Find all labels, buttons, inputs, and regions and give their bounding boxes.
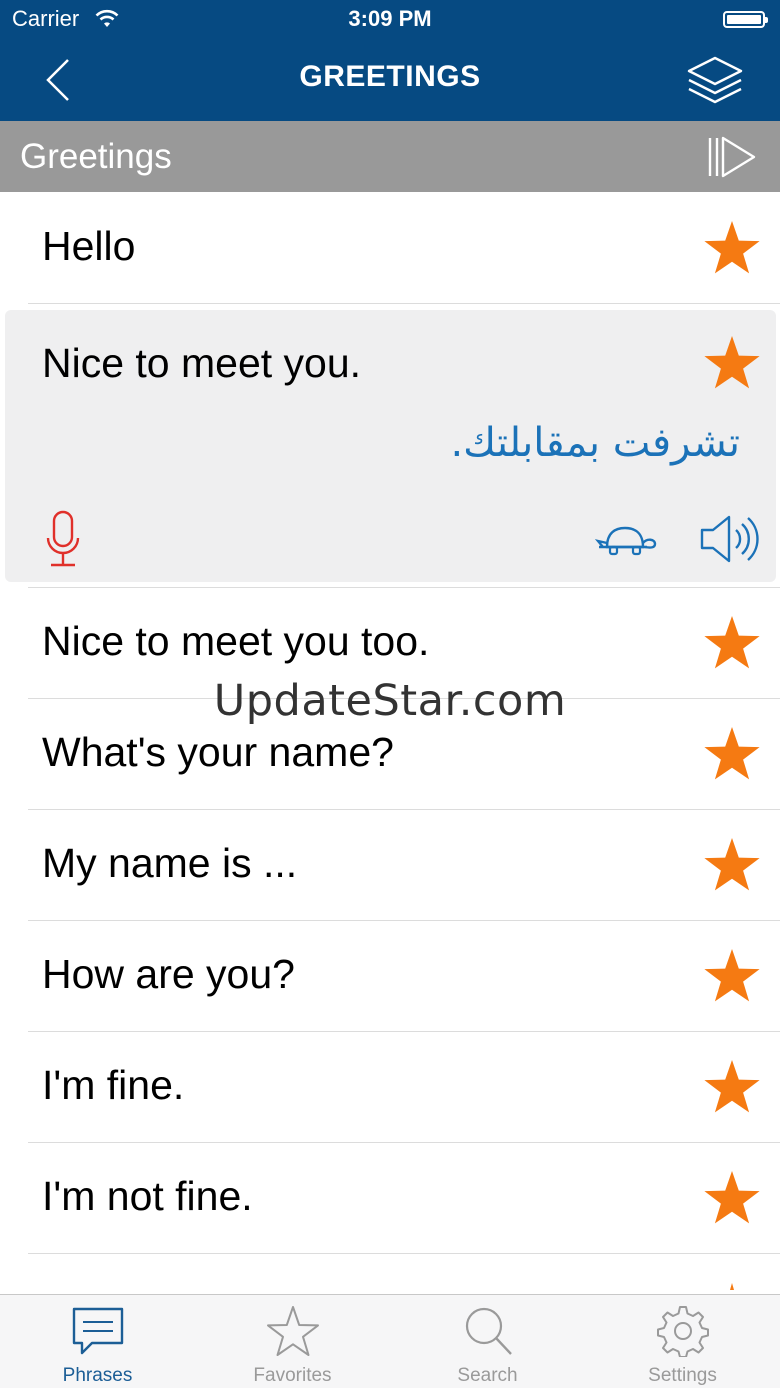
phrase-row[interactable]: My name is ...	[0, 810, 780, 921]
tab-label: Search	[457, 1365, 518, 1386]
status-bar: Carrier 3:09 PM	[0, 0, 780, 40]
speech-bubble-icon	[72, 1307, 124, 1355]
battery-icon	[723, 11, 768, 28]
expanded-phrase-card[interactable]: Nice to meet you. تشرفت بمقابلتك.	[5, 310, 776, 582]
favorite-star-icon[interactable]	[703, 948, 761, 1004]
tab-label: Favorites	[253, 1365, 332, 1386]
divider	[28, 1253, 780, 1254]
phrase-text: What's your name?	[42, 729, 394, 775]
favorite-star-icon[interactable]	[703, 1059, 761, 1115]
slow-playback-turtle-icon[interactable]	[595, 525, 657, 557]
phrase-text: Nice to meet you too.	[42, 618, 430, 664]
tab-search[interactable]: Search	[390, 1295, 585, 1388]
watermark-text: UpdateStar.com	[213, 676, 567, 726]
favorite-star-icon[interactable]	[703, 837, 761, 893]
tab-phrases[interactable]: Phrases	[0, 1295, 195, 1388]
phrase-text: Hello	[42, 223, 136, 269]
layers-button[interactable]	[684, 54, 746, 106]
phrase-text: Nice to meet you.	[42, 340, 362, 386]
phrase-text: How are you?	[42, 951, 295, 997]
phrase-text: My name is ...	[42, 840, 298, 886]
tab-label: Phrases	[62, 1365, 133, 1386]
play-all-button[interactable]	[706, 134, 758, 180]
tab-settings[interactable]: Settings	[585, 1295, 780, 1388]
favorite-star-icon[interactable]	[703, 335, 761, 391]
divider	[28, 303, 780, 304]
section-title: Greetings	[20, 137, 172, 176]
search-icon	[465, 1307, 512, 1355]
phrase-row[interactable]: How are you?	[0, 921, 780, 1032]
tab-bar: Phrases Favorites Search Settings	[0, 1294, 780, 1388]
star-icon	[267, 1306, 319, 1356]
favorite-star-icon[interactable]	[703, 220, 761, 276]
phrase-row[interactable]: Hello	[0, 193, 780, 304]
tab-favorites[interactable]: Favorites	[195, 1295, 390, 1388]
gear-icon	[657, 1306, 709, 1357]
favorite-star-icon[interactable]	[703, 615, 761, 671]
favorite-star-icon[interactable]	[703, 1170, 761, 1226]
phrase-row[interactable]: I'm fine.	[0, 1032, 780, 1143]
tab-label: Settings	[648, 1365, 717, 1386]
section-header: Greetings	[0, 121, 780, 192]
speaker-icon[interactable]	[699, 513, 761, 565]
phrase-text: I'm fine.	[42, 1062, 185, 1108]
page-title: GREETINGS	[299, 60, 481, 93]
status-time: 3:09 PM	[348, 6, 432, 31]
top-bar: Carrier 3:09 PM GREETINGS	[0, 0, 780, 121]
favorite-star-icon[interactable]	[703, 726, 761, 782]
phrase-text: I'm not fine.	[42, 1173, 253, 1219]
microphone-icon[interactable]	[43, 510, 83, 570]
phrase-row[interactable]: I'm not fine.	[0, 1143, 780, 1254]
phrase-translation: تشرفت بمقابلتك.	[450, 420, 740, 466]
